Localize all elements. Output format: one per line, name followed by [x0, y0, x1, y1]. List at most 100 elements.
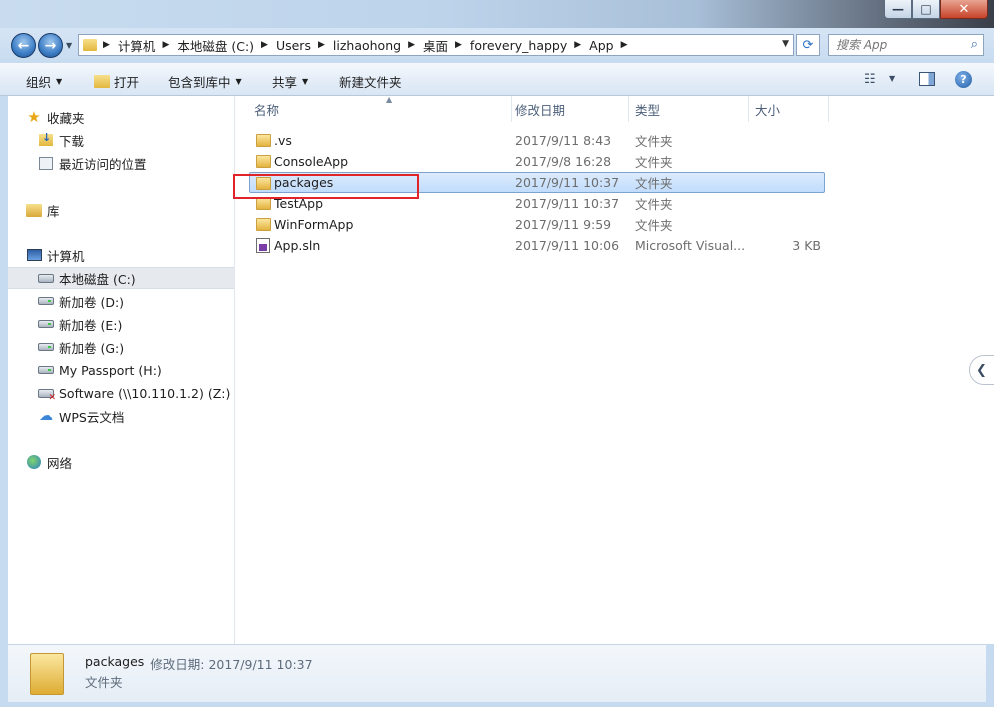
address-history-dropdown-icon[interactable]: ▼ — [782, 39, 789, 49]
maximize-button[interactable]: □ — [912, 0, 940, 19]
chevron-down-icon: ▼ — [235, 77, 242, 86]
chevron-down-icon: ▼ — [302, 77, 309, 86]
folder-icon — [256, 218, 271, 231]
command-bar: 组织 ▼ 打开 包含到库中 ▼ 共享 ▼ 新建文件夹 ☷ ▼ ? — [0, 63, 994, 96]
column-header-type[interactable]: 类型 — [629, 96, 749, 122]
details-item-type: 文件夹 — [85, 675, 123, 690]
network-drive-disconnected-icon — [38, 386, 56, 403]
highlight-box — [233, 174, 419, 199]
drive-icon — [38, 294, 54, 308]
preview-pane-icon[interactable] — [919, 72, 935, 86]
search-box[interactable]: ⌕ — [828, 34, 984, 56]
share-button[interactable]: 共享 ▼ — [272, 72, 308, 91]
chevron-right-icon: ▶ — [408, 40, 415, 50]
chevron-right-icon: ▶ — [317, 40, 325, 50]
large-folder-icon — [30, 653, 64, 695]
chevron-right-icon: ▶ — [261, 40, 268, 50]
chevron-right-icon: ▶ — [103, 40, 110, 50]
minimize-button[interactable]: — — [884, 0, 912, 19]
details-item-name: packages — [85, 654, 145, 669]
address-row: ← → ▼ ▶ 计算机 ▶ 本地磁盘 (C:) ▶ Users ▶ lizhaohon… — [0, 28, 994, 63]
search-input[interactable] — [836, 38, 961, 52]
nav-recent-places[interactable]: 最近访问的位置 — [38, 152, 264, 174]
drive-icon — [38, 363, 54, 377]
file-row[interactable]: App.sln 2017/9/11 10:06 Microsoft Visual… — [250, 235, 825, 256]
column-header-name[interactable]: 名称 ▲ — [248, 95, 512, 122]
nav-drive-g[interactable]: 新加卷 (G:) — [38, 336, 264, 358]
help-icon[interactable]: ? — [955, 71, 972, 88]
nav-drive-z[interactable]: Software (\\10.110.1.2) (Z:) — [38, 382, 264, 404]
arrow-left-icon: ← — [17, 37, 30, 54]
recent-pages-dropdown-icon[interactable]: ▼ — [66, 41, 72, 50]
breadcrumb-item[interactable]: Users ▶ — [276, 38, 333, 53]
view-options-icon[interactable]: ☷ — [864, 72, 876, 87]
breadcrumb-item[interactable]: lizhaohong ▶ — [333, 38, 423, 53]
nav-downloads[interactable]: 下载 — [38, 129, 264, 151]
breadcrumb-item[interactable]: App ▶ — [589, 38, 635, 53]
computer-icon — [26, 248, 42, 262]
breadcrumb-item[interactable]: 本地磁盘 (C:) ▶ — [177, 36, 276, 55]
nav-wps-cloud[interactable]: ☁ WPS云文档 — [38, 405, 264, 427]
chevron-right-icon: ▶ — [574, 40, 582, 50]
minimize-icon: — — [892, 2, 904, 16]
window-border-left — [0, 63, 8, 707]
refresh-icon: ⟳ — [802, 37, 814, 53]
download-folder-icon — [38, 131, 54, 147]
chevron-down-icon: ▼ — [56, 77, 63, 86]
breadcrumb-item[interactable]: 计算机 ▶ — [118, 36, 177, 55]
details-modified-date: 修改日期: 2017/9/11 10:37 — [150, 657, 313, 672]
chevron-left-icon: ❮ — [976, 362, 987, 378]
nav-computer[interactable]: 计算机 — [26, 244, 252, 266]
nav-drive-h[interactable]: My Passport (H:) — [38, 359, 264, 381]
nav-libraries[interactable]: 库 — [26, 199, 252, 221]
column-header-date[interactable]: 修改日期 — [509, 96, 629, 122]
title-bar: — □ ✕ — [0, 0, 994, 28]
close-button[interactable]: ✕ — [940, 0, 988, 19]
star-icon: ★ — [27, 108, 41, 126]
drive-icon — [38, 317, 54, 331]
window-controls: — □ ✕ — [884, 0, 988, 19]
breadcrumb-item[interactable]: forevery_happy ▶ — [470, 38, 589, 53]
new-folder-button[interactable]: 新建文件夹 — [339, 72, 402, 91]
chevron-right-icon: ▶ — [620, 40, 628, 50]
file-row[interactable]: WinFormApp 2017/9/11 9:59 文件夹 — [250, 214, 825, 235]
file-row[interactable]: ConsoleApp 2017/9/8 16:28 文件夹 — [250, 151, 825, 172]
folder-icon — [83, 39, 97, 51]
view-dropdown-icon[interactable]: ▼ — [889, 74, 895, 83]
details-pane: packages 修改日期: 2017/9/11 10:37 文件夹 — [8, 644, 986, 702]
back-button[interactable]: ← — [11, 33, 36, 58]
chevron-right-icon: ▶ — [162, 40, 170, 50]
refresh-button[interactable]: ⟳ — [796, 34, 820, 56]
drive-icon — [38, 340, 54, 354]
column-header-size[interactable]: 大小 — [749, 96, 829, 122]
file-row[interactable]: .vs 2017/9/11 8:43 文件夹 — [250, 130, 825, 151]
breadcrumb-root-arrow[interactable]: ▶ — [103, 40, 118, 50]
recent-places-icon — [38, 156, 54, 170]
include-in-library-button[interactable]: 包含到库中 ▼ — [168, 72, 242, 91]
forward-button[interactable]: → — [38, 33, 63, 58]
search-icon[interactable]: ⌕ — [971, 37, 978, 52]
sort-ascending-icon: ▲ — [386, 95, 393, 104]
close-icon: ✕ — [958, 1, 970, 17]
collapse-handle[interactable]: ❮ — [969, 355, 994, 385]
arrow-right-icon: → — [44, 37, 57, 54]
library-icon — [26, 203, 42, 217]
nav-drive-d[interactable]: 新加卷 (D:) — [38, 290, 264, 312]
open-button[interactable]: 打开 — [94, 72, 139, 91]
nav-favorites[interactable]: ★ 收藏夹 — [26, 106, 252, 128]
folder-icon — [256, 134, 271, 147]
breadcrumb-item[interactable]: 桌面 ▶ — [423, 36, 470, 55]
cloud-icon: ☁ — [39, 408, 53, 424]
window-border-bottom — [0, 702, 994, 707]
folder-icon — [256, 155, 271, 168]
network-icon — [26, 455, 42, 469]
chevron-right-icon: ▶ — [455, 40, 462, 50]
navigation-pane: ★收藏夹 下载 最近访问的位置 库 计算机 本地磁盘 (C:) 新加卷 (D:)… — [8, 96, 235, 644]
organize-button[interactable]: 组织 ▼ — [26, 72, 62, 91]
maximize-icon: □ — [920, 2, 932, 16]
nav-drive-e[interactable]: 新加卷 (E:) — [38, 313, 264, 335]
open-folder-icon — [94, 75, 110, 88]
nav-drive-c[interactable]: 本地磁盘 (C:) — [8, 267, 234, 289]
nav-network[interactable]: 网络 — [26, 451, 252, 473]
address-bar[interactable]: ▶ 计算机 ▶ 本地磁盘 (C:) ▶ Users ▶ lizhaohong ▶ 桌面 ▶… — [78, 34, 794, 56]
